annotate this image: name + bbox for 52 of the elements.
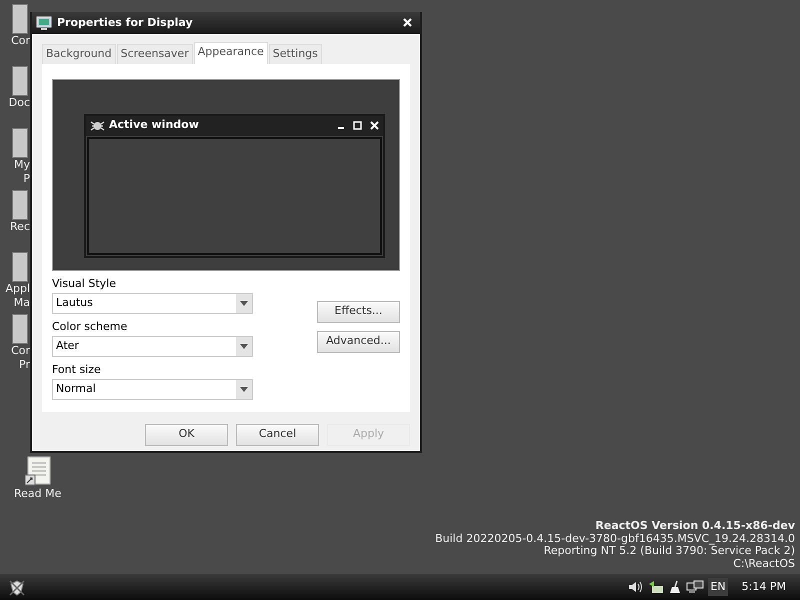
tab[interactable]: Background (42, 44, 116, 64)
desktop-icon[interactable] (12, 4, 28, 34)
start-logo-icon (8, 578, 26, 597)
tab[interactable]: Appearance (194, 42, 268, 64)
monitor-icon (36, 16, 52, 30)
language-indicator[interactable]: EN (708, 578, 728, 596)
version-text: ReactOS Version 0.4.15-x86-dev (594, 520, 795, 532)
field-label: Visual Style (52, 276, 117, 290)
dropdown-arrow-icon (240, 300, 248, 306)
maximize-icon (353, 121, 362, 130)
desktop-icon-label[interactable]: Read Me (14, 486, 62, 502)
desktop-icon-label[interactable]: Doc (8, 96, 30, 110)
document-shortcut-icon[interactable] (24, 456, 51, 486)
desktop-icon-label[interactable]: Ma (14, 296, 30, 310)
dropdown-field[interactable]: Ater (52, 336, 253, 356)
speaker-icon[interactable] (628, 580, 644, 594)
close-icon (370, 121, 379, 130)
desktop-icon[interactable] (12, 128, 28, 158)
network-icon[interactable] (686, 580, 704, 594)
version-text: C:\ReactOS (732, 558, 795, 570)
tab[interactable]: Settings (268, 44, 322, 64)
desktop-icon-label[interactable]: Cor (11, 34, 30, 48)
desktop-icon-label[interactable]: Appl (5, 282, 30, 296)
dropdown-arrow-icon (240, 386, 248, 392)
field-label: Color scheme (52, 320, 128, 334)
dialog-button[interactable]: OK (145, 424, 228, 446)
dropdown-arrow-icon (240, 344, 248, 348)
clock[interactable]: 5:14 PM (742, 578, 786, 596)
preview-title: Active window (109, 117, 199, 134)
desktop-icon-label[interactable]: P (23, 172, 30, 186)
version-text: Build 20220205-0.4.15-dev-3780-gbf16435.MSVC_19.24.28314.0 (435, 532, 795, 545)
desktop-icon[interactable] (12, 190, 28, 220)
safe-remove-icon[interactable] (648, 580, 664, 594)
desktop-icon[interactable] (12, 66, 28, 96)
bug-icon (90, 119, 105, 132)
desktop-icon[interactable] (12, 314, 28, 344)
close-icon (403, 18, 412, 28)
field-label: Font size (52, 362, 102, 376)
desktop-icon-label[interactable]: Cor (11, 344, 30, 358)
desktop-icon[interactable] (12, 252, 28, 282)
desktop-icon-label[interactable]: Rec (10, 220, 30, 234)
window-title: Properties for Display (57, 14, 193, 31)
desktop-icon-label[interactable]: Pr (19, 358, 30, 372)
dropdown-field[interactable]: Lautus (52, 292, 253, 314)
dialog-button[interactable]: Effects... (317, 300, 400, 322)
dialog-button[interactable]: Cancel (236, 424, 319, 446)
broom-icon[interactable] (668, 580, 682, 594)
desktop-icon-label[interactable]: My (14, 158, 30, 172)
version-text: Reporting NT 5.2 (Build 3790: Service Pack 2) (544, 545, 795, 558)
dropdown-field[interactable]: Normal (52, 378, 253, 400)
tab[interactable]: Screensaver (116, 44, 193, 64)
dialog-button[interactable]: Advanced... (317, 330, 400, 352)
